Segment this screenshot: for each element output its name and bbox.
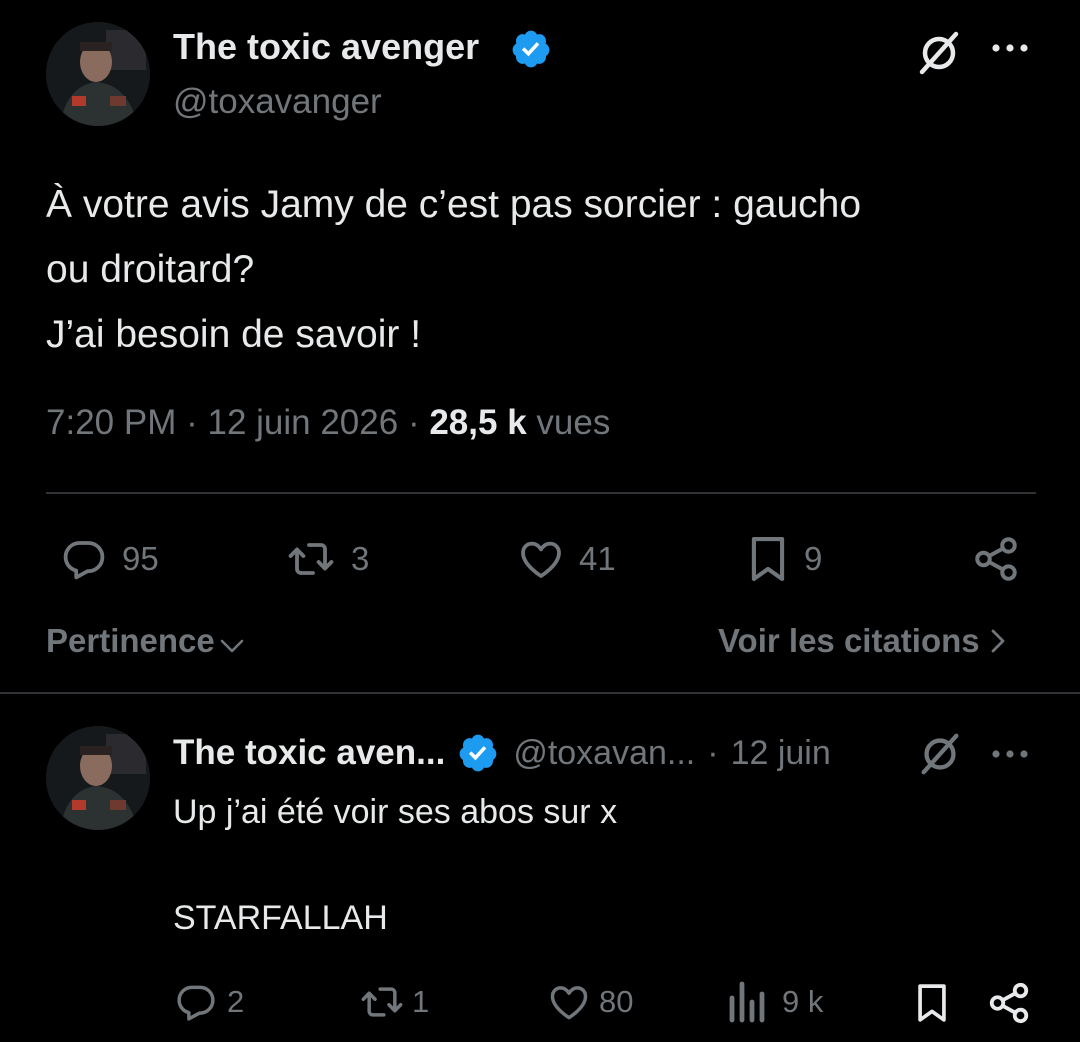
- author-name[interactable]: The toxic avenger: [173, 25, 479, 69]
- meta-separator: ·: [407, 403, 420, 442]
- reply-views-button[interactable]: 9 k: [726, 980, 823, 1024]
- reply-count: 2: [227, 984, 245, 1019]
- post-meta: 7:20 PM · 12 juin 2026 · 28,5 k vues: [46, 401, 610, 445]
- reply-handle[interactable]: @toxavan...: [513, 734, 695, 773]
- reply-text-line: Up j’ai été voir ses abos sur x: [173, 793, 618, 831]
- reply-icon: [173, 980, 219, 1024]
- reply-like-button[interactable]: 80: [545, 980, 633, 1024]
- bookmark-button[interactable]: 9: [742, 533, 822, 585]
- reply-button[interactable]: 95: [58, 535, 159, 583]
- repost-icon: [283, 535, 339, 583]
- share-icon[interactable]: [970, 534, 1022, 584]
- repost-count: 1: [412, 984, 430, 1019]
- reply-repost-button[interactable]: 1: [356, 980, 429, 1024]
- grok-icon[interactable]: [914, 730, 966, 778]
- views-count: 9 k: [782, 984, 824, 1019]
- repost-count: 3: [351, 540, 370, 577]
- post-text-line: À votre avis Jamy de c’est pas sorcier :…: [46, 183, 862, 226]
- author-avatar[interactable]: [46, 22, 150, 126]
- reply-reply-button[interactable]: 2: [173, 980, 244, 1024]
- more-icon[interactable]: [990, 748, 1030, 760]
- post-text-line: ou droitard?: [46, 248, 255, 291]
- reply-date[interactable]: 12 juin: [731, 734, 831, 773]
- share-icon[interactable]: [985, 980, 1033, 1026]
- views-icon: [726, 980, 766, 1024]
- post-text: À votre avis Jamy de c’est pas sorcier :…: [46, 172, 861, 367]
- meta-separator: ·: [186, 403, 198, 442]
- reply-count: 95: [122, 540, 159, 577]
- like-count: 80: [599, 984, 634, 1019]
- views-count: 28,5 k: [429, 403, 527, 442]
- divider: [0, 692, 1080, 694]
- post-date[interactable]: 12 juin 2026: [207, 403, 398, 442]
- reply-separator: ·: [707, 733, 719, 772]
- author-handle[interactable]: @toxavanger: [173, 81, 382, 123]
- chevron-down-icon: [219, 635, 245, 655]
- grok-icon[interactable]: [912, 28, 966, 78]
- views-label: vues: [536, 403, 611, 442]
- view-quotes-link[interactable]: Voir les citations: [718, 619, 1006, 663]
- post-time[interactable]: 7:20 PM: [46, 403, 176, 442]
- repost-icon: [356, 980, 408, 1024]
- reply-header: The toxic aven... @toxavan... · 12 juin: [173, 730, 831, 776]
- reply-text-line: STARFALLAH: [173, 899, 388, 937]
- bookmark-icon: [742, 533, 794, 585]
- reply-author-avatar[interactable]: [46, 726, 150, 830]
- reply-icon: [58, 535, 110, 583]
- like-icon: [515, 535, 567, 583]
- chevron-right-icon: [990, 627, 1006, 655]
- like-icon: [545, 980, 593, 1024]
- verified-badge-icon: [510, 28, 552, 70]
- divider: [46, 492, 1036, 494]
- sort-label: Pertinence: [46, 622, 215, 659]
- post-text-line: J’ai besoin de savoir !: [46, 313, 422, 356]
- more-icon[interactable]: [990, 42, 1030, 54]
- bookmark-count: 9: [804, 540, 823, 577]
- like-button[interactable]: 41: [515, 535, 616, 583]
- like-count: 41: [579, 540, 616, 577]
- view-quotes-label: Voir les citations: [718, 622, 980, 659]
- bookmark-icon[interactable]: [910, 980, 954, 1026]
- sort-dropdown[interactable]: Pertinence: [46, 619, 245, 663]
- verified-badge-icon: [457, 732, 499, 774]
- repost-button[interactable]: 3: [283, 535, 369, 583]
- reply-author-name[interactable]: The toxic aven...: [173, 733, 445, 773]
